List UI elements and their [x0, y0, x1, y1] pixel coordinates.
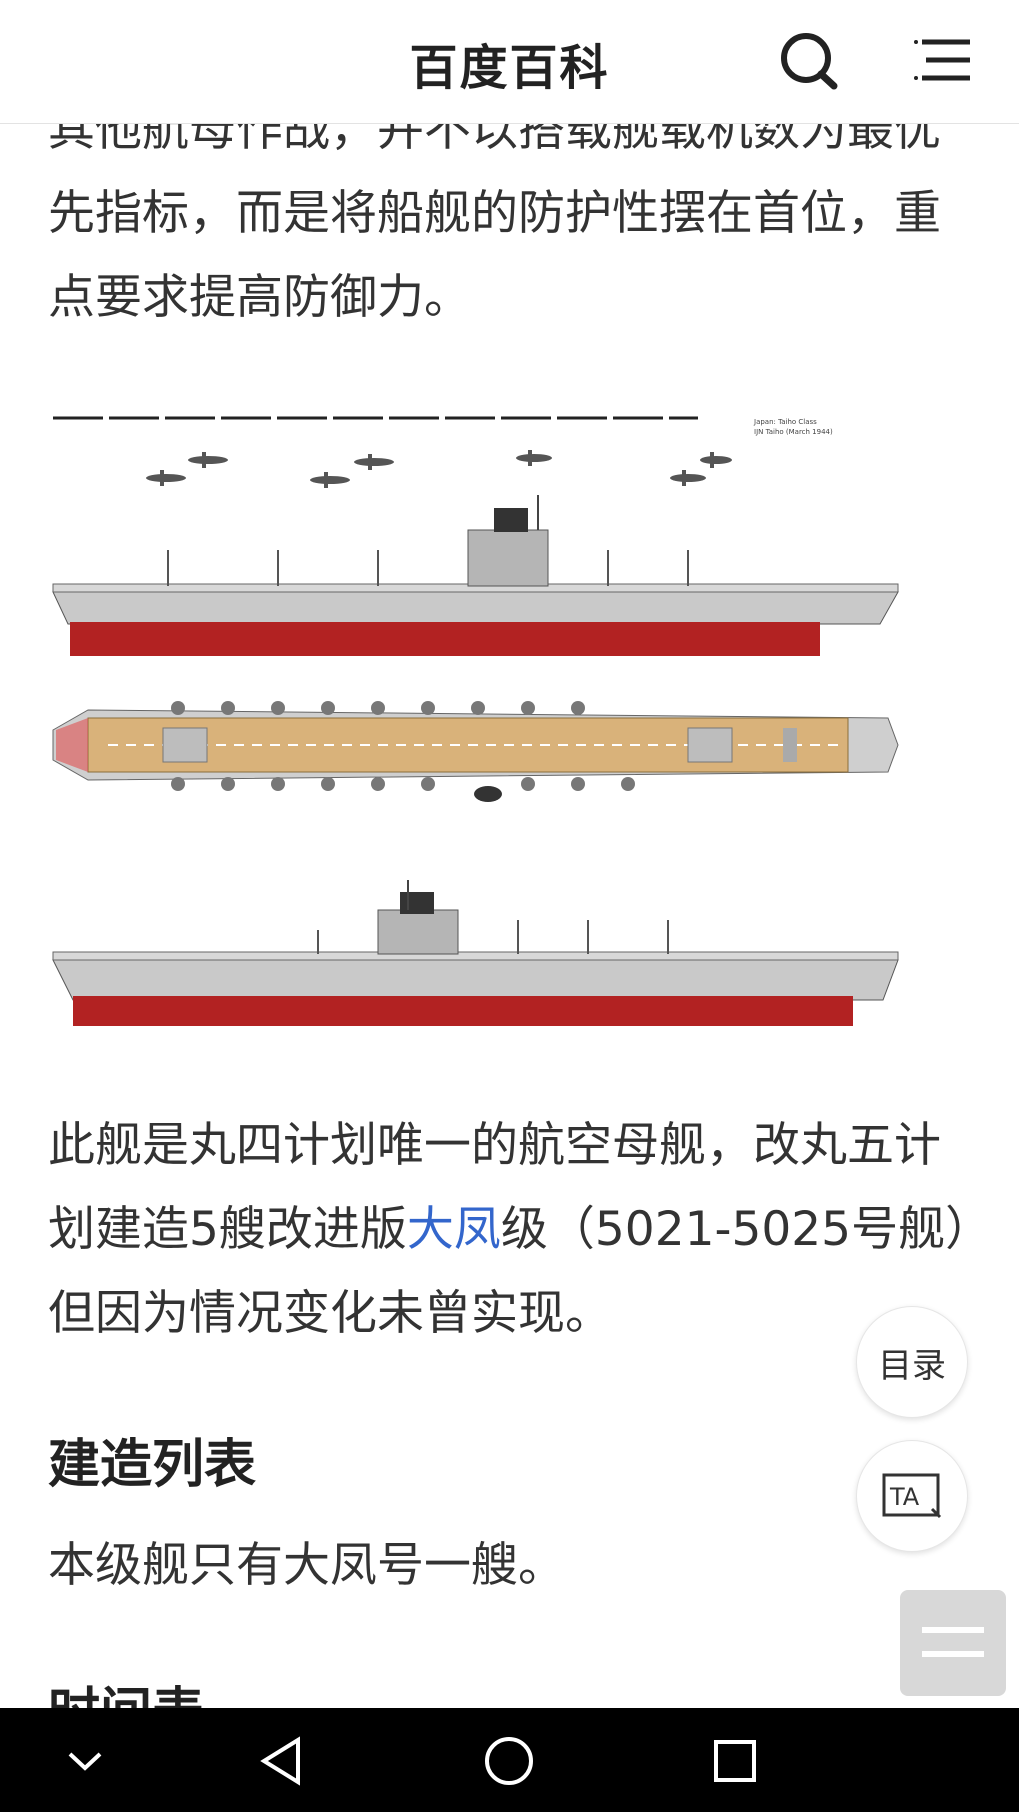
back-icon[interactable] — [254, 1732, 312, 1790]
font-size-button[interactable]: TA — [856, 1440, 968, 1552]
section-heading-build-list: 建造列表 — [48, 1435, 257, 1495]
search-icon[interactable] — [776, 28, 840, 92]
home-icon[interactable] — [480, 1732, 538, 1790]
side-profile-port — [52, 880, 899, 1026]
aircraft-group — [146, 450, 732, 488]
build-list-paragraph: 本级舰只有大凤号一艘。 — [48, 1538, 565, 1593]
intro-paragraph: 其他航母作战，并不以搭载舰载机数为最优先指标，而是将船舰的防护性摆在首位，重点要… — [48, 102, 941, 325]
side-profile-starboard — [52, 495, 899, 656]
system-navigation-bar — [0, 1708, 1019, 1812]
menu-icon[interactable] — [912, 28, 976, 92]
figure-caption-1: Japan: Taiho Class — [753, 418, 817, 426]
baike-logo[interactable]: 百度百科 — [0, 28, 1019, 98]
plan-paragraph: 此舰是丸四计划唯一的航空母舰，改丸五计划建造5艘改进版大凤级（5021-5025… — [48, 1118, 969, 1341]
toc-label: 目录 — [878, 1345, 946, 1386]
figure-caption-2: IJN Taiho (March 1944) — [754, 428, 833, 436]
ship-illustration[interactable]: Japan: Taiho Class IJN Taiho (March 1944… — [48, 400, 976, 1050]
flight-deck-top-view — [52, 701, 899, 802]
recents-icon[interactable] — [706, 1732, 764, 1790]
font-size-icon: TA — [882, 1473, 942, 1519]
collapse-icon[interactable] — [56, 1732, 114, 1790]
top-header: 百度百科 — [0, 0, 1019, 124]
section-heading-timeline: 时间表 — [48, 1670, 204, 1708]
drawer-menu-icon — [922, 1627, 984, 1657]
drawer-button[interactable] — [900, 1590, 1006, 1696]
toc-button[interactable]: 目录 — [856, 1306, 968, 1418]
ship-diagram: Japan: Taiho Class IJN Taiho (March 1944… — [52, 416, 899, 1026]
article-content: 其他航母作战，并不以搭载舰载机数为最优先指标，而是将船舰的防护性摆在首位，重点要… — [0, 0, 1019, 1708]
svg-text:TA: TA — [889, 1483, 920, 1511]
taiho-link[interactable]: 大凤 — [407, 1202, 501, 1257]
